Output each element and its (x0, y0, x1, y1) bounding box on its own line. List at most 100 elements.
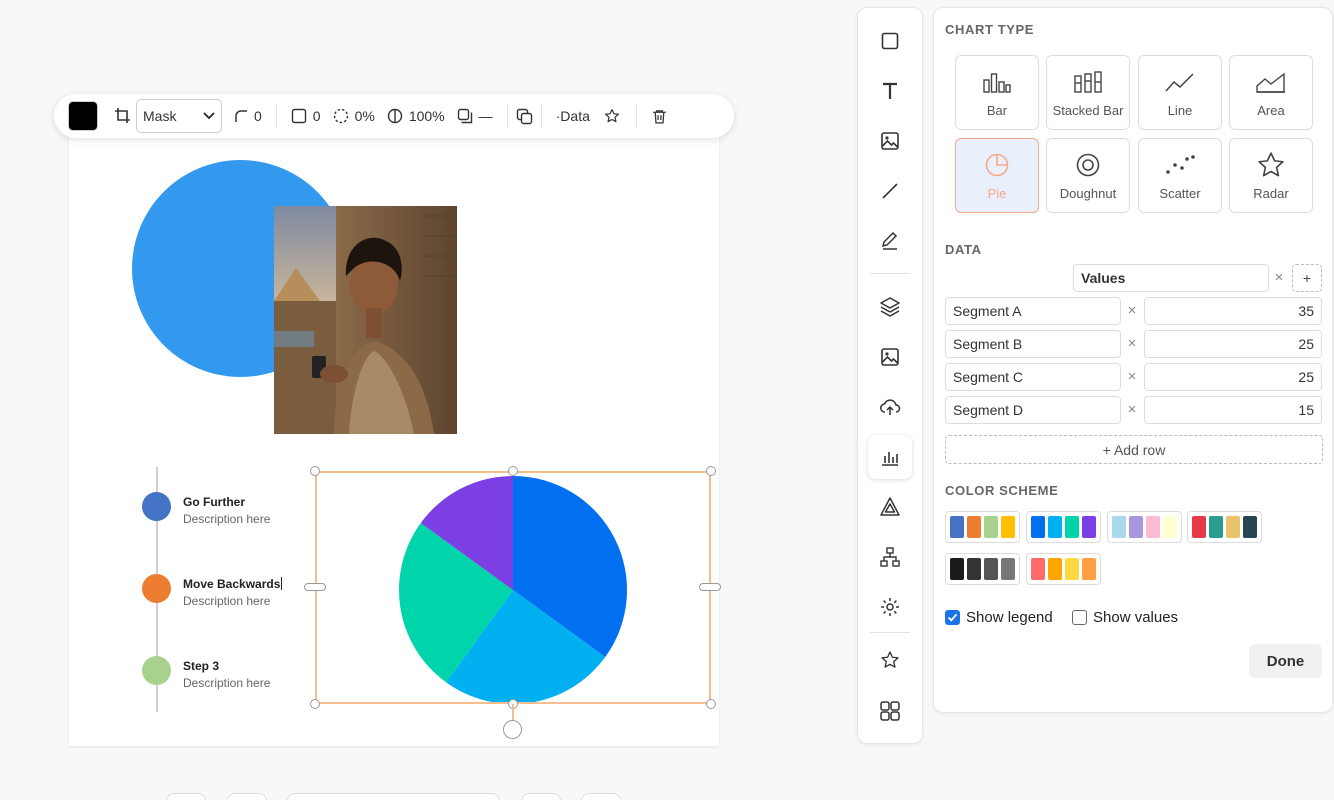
resize-handle-top-right[interactable] (706, 466, 716, 476)
rotate-handle[interactable] (503, 720, 522, 739)
color-swatch (1031, 558, 1045, 580)
shape-tool[interactable] (868, 19, 912, 63)
color-swatch (967, 516, 981, 538)
remove-row-icon[interactable]: × (1126, 302, 1138, 319)
color-scheme-option[interactable] (1026, 511, 1101, 543)
step-dot (142, 574, 171, 603)
opacity-icon (387, 108, 403, 124)
step-title[interactable]: Move Backwards (183, 577, 283, 591)
bottom-control[interactable] (166, 793, 206, 800)
series-name-input[interactable]: Values (1073, 264, 1269, 292)
row-value-input[interactable]: 35 (1144, 297, 1322, 325)
step-dot (142, 656, 171, 685)
row-label-input[interactable]: Segment D (945, 396, 1121, 424)
checkbox-unchecked[interactable] (1072, 610, 1087, 625)
pen-tool[interactable] (868, 219, 912, 263)
remove-row-icon[interactable]: × (1126, 335, 1138, 352)
templates-tool[interactable] (868, 689, 912, 733)
photo-illustration (274, 206, 457, 434)
bottom-control[interactable] (521, 793, 561, 800)
chart-type-label: Bar (986, 103, 1008, 118)
data-heading: DATA (945, 242, 982, 257)
chart-type-scatter[interactable]: Scatter (1138, 138, 1222, 213)
color-swatch (1001, 558, 1015, 580)
line-tool[interactable] (868, 169, 912, 213)
diagram-tool[interactable] (868, 535, 912, 579)
mask-select[interactable]: Mask (136, 99, 222, 133)
checkbox-checked[interactable] (945, 610, 960, 625)
opacity-control[interactable]: 100% (387, 108, 445, 124)
row-value-input[interactable]: 25 (1144, 330, 1322, 358)
add-row-button[interactable]: + Add row (945, 435, 1323, 464)
fill-color-swatch[interactable] (68, 101, 98, 131)
crop-icon[interactable] (114, 107, 132, 125)
row-label-input[interactable]: Segment B (945, 330, 1121, 358)
add-series-button[interactable]: + (1292, 264, 1322, 292)
photo-image[interactable] (274, 206, 457, 434)
media-tool[interactable] (868, 335, 912, 379)
color-scheme-option[interactable] (1026, 553, 1101, 585)
resize-handle-bottom-right[interactable] (706, 699, 716, 709)
chart-type-radar[interactable]: Radar (1229, 138, 1313, 213)
chart-icon (882, 452, 898, 466)
show-legend-checkbox[interactable]: Show legend (945, 609, 1053, 626)
resize-handle-top[interactable] (508, 466, 518, 476)
settings-tool[interactable] (868, 585, 912, 629)
border-square-icon (291, 108, 306, 124)
color-scheme-option[interactable] (1107, 511, 1182, 543)
diagram-icon (880, 547, 900, 567)
bottom-control[interactable] (287, 793, 500, 800)
shadow-icon (457, 108, 472, 124)
trash-icon[interactable] (651, 108, 668, 125)
color-swatch (1163, 516, 1177, 538)
chart-type-stacked-bar[interactable]: Stacked Bar (1046, 55, 1130, 130)
row-label-input[interactable]: Segment A (945, 297, 1121, 325)
show-values-label: Show values (1093, 609, 1179, 626)
chart-type-doughnut[interactable]: Doughnut (1046, 138, 1130, 213)
image-tool[interactable] (868, 119, 912, 163)
border-width-control[interactable]: 0 (291, 108, 321, 124)
color-scheme-option[interactable] (945, 553, 1020, 585)
arrange-icon[interactable] (516, 108, 533, 125)
data-button[interactable]: ·Data (556, 108, 590, 124)
bottom-control[interactable] (227, 793, 267, 800)
chart-type-area[interactable]: Area (1229, 55, 1313, 130)
chart-type-label: Line (1167, 103, 1193, 118)
upload-tool[interactable] (868, 385, 912, 429)
remove-row-icon[interactable]: × (1126, 368, 1138, 385)
shadow-control[interactable]: — (457, 108, 493, 124)
chart-tool[interactable] (868, 435, 912, 479)
step-title: Step 3 (183, 659, 220, 673)
color-swatch (1112, 516, 1126, 538)
chart-type-bar[interactable]: Bar (955, 55, 1039, 130)
resize-handle-right[interactable] (699, 583, 721, 591)
toolbar-divider (506, 104, 508, 128)
show-values-checkbox[interactable]: Show values (1072, 609, 1178, 626)
dashed-opacity-control[interactable]: 0% (333, 108, 375, 124)
color-scheme-option[interactable] (1187, 511, 1262, 543)
resize-handle-top-left[interactable] (310, 466, 320, 476)
line-icon (882, 183, 898, 199)
text-tool[interactable] (868, 69, 912, 113)
remove-row-icon[interactable]: × (1126, 401, 1138, 418)
row-value-input[interactable]: 15 (1144, 396, 1322, 424)
row-label-input[interactable]: Segment C (945, 363, 1121, 391)
favorites-tool[interactable] (868, 638, 912, 682)
resize-handle-left[interactable] (304, 583, 326, 591)
triangle-tool[interactable] (868, 485, 912, 529)
remove-series-icon[interactable]: × (1273, 269, 1285, 286)
tools-divider (870, 273, 910, 274)
color-scheme-option[interactable] (945, 511, 1020, 543)
row-value-input[interactable]: 25 (1144, 363, 1322, 391)
color-swatch (984, 516, 998, 538)
chart-type-line[interactable]: Line (1138, 55, 1222, 130)
chart-type-pie[interactable]: Pie (955, 138, 1039, 213)
layers-tool[interactable] (868, 285, 912, 329)
done-button[interactable]: Done (1249, 644, 1322, 678)
bottom-control[interactable] (581, 793, 621, 800)
resize-handle-bottom-left[interactable] (310, 699, 320, 709)
checkmark-icon (947, 613, 958, 622)
pie-chart[interactable] (398, 475, 628, 705)
corner-radius-control[interactable]: 0 (234, 108, 262, 124)
star-icon[interactable] (604, 108, 620, 124)
